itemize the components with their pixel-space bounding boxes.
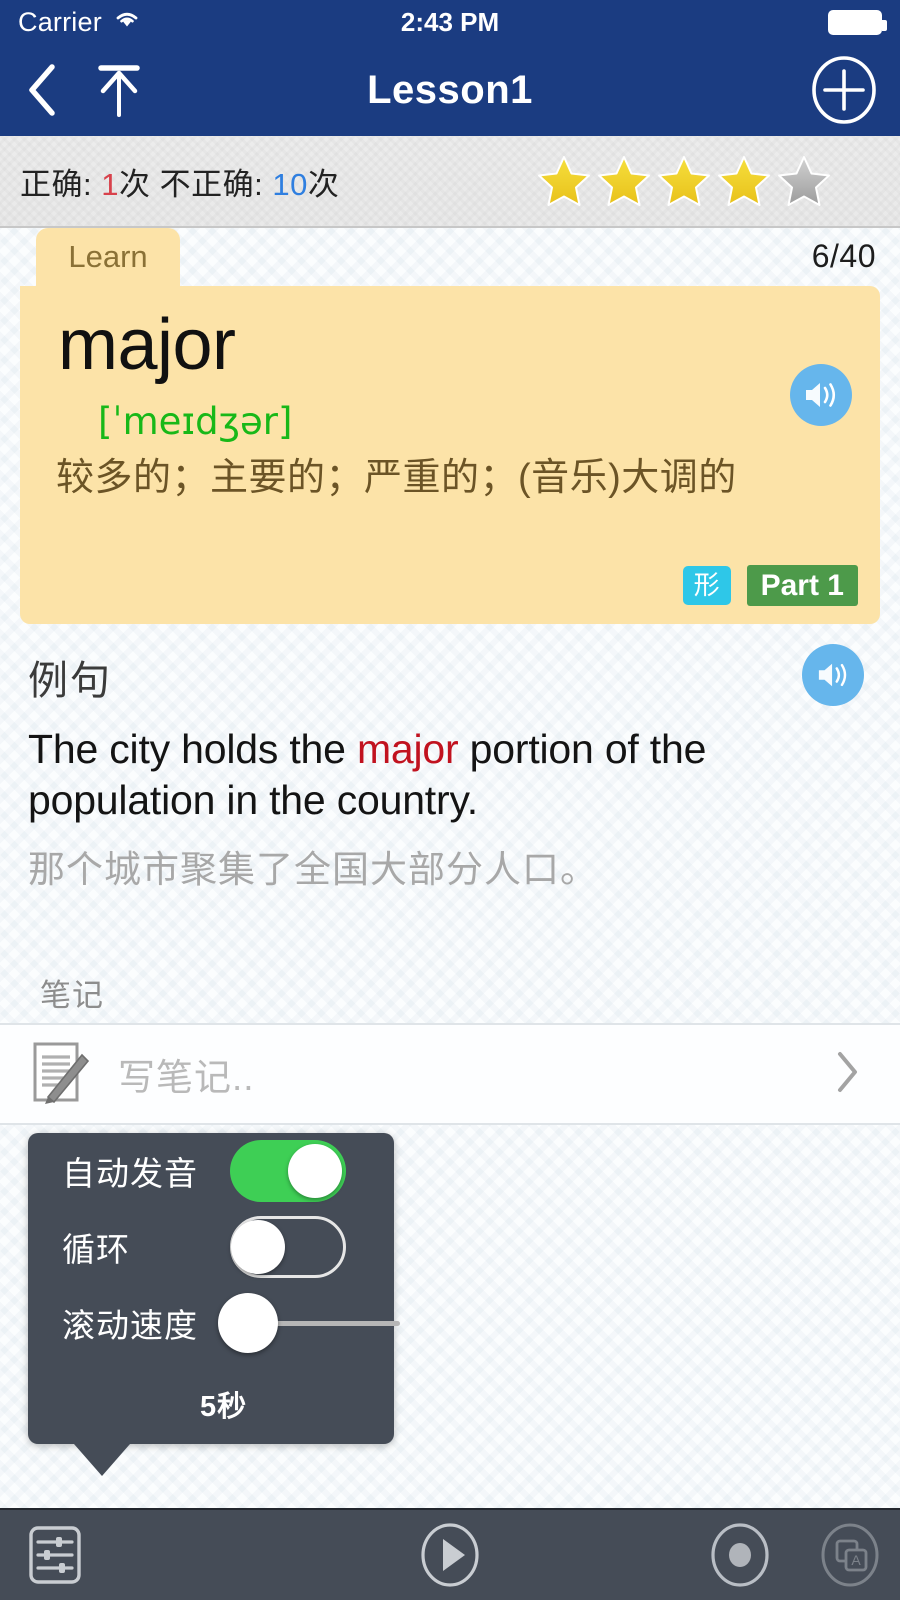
chevron-left-icon (29, 64, 55, 116)
arrow-up-to-line-icon (98, 65, 140, 117)
note-pencil-icon (26, 1037, 92, 1112)
star-filled-icon[interactable] (596, 154, 652, 208)
wifi-icon (112, 7, 142, 38)
learn-tab[interactable]: Learn (36, 228, 180, 286)
toolbar-translate-button[interactable]: A (818, 1520, 882, 1590)
speaker-icon (806, 383, 836, 407)
nav-bar-right (810, 56, 878, 124)
scroll-speed-label: 滚动速度 (62, 1307, 198, 1344)
setting-row-scroll-speed: 滚动速度 (28, 1285, 400, 1361)
star-filled-icon[interactable] (536, 154, 592, 208)
plus-circle-icon (812, 56, 876, 124)
example-sentence: The city holds the major portion of the … (28, 724, 872, 827)
correct-unit: 次 (118, 166, 160, 202)
phonetic-text: [ˈmeɪdʒər] (98, 399, 293, 443)
toggle-knob (288, 1144, 342, 1198)
loop-toggle[interactable] (230, 1216, 346, 1278)
example-speaker-button[interactable] (802, 644, 864, 706)
word-tags: 形 Part 1 (682, 564, 858, 606)
play-circle-icon (421, 1523, 479, 1587)
stats-bar: 正确: 1次 不正确: 10次 (0, 136, 900, 228)
example-label: 例句 (28, 659, 112, 703)
speaker-icon (818, 663, 847, 687)
note-placeholder[interactable]: 写笔记.. (118, 1047, 255, 1101)
correct-label: 正确: (20, 166, 102, 202)
toolbar-settings-button[interactable] (26, 1524, 84, 1586)
card-header-row: Learn 6/40 (0, 228, 900, 286)
word-speaker-button[interactable] (790, 364, 852, 426)
sentence-highlight: major (356, 726, 459, 772)
incorrect-label: 不正确: (159, 166, 273, 202)
back-button[interactable] (22, 59, 62, 121)
star-filled-icon[interactable] (716, 154, 772, 208)
example-translation: 那个城市聚集了全国大部分人口。 (28, 848, 598, 890)
toolbar-play-button[interactable] (418, 1520, 482, 1590)
add-button[interactable] (810, 56, 878, 124)
chevron-right-icon[interactable] (834, 1048, 862, 1101)
definition-text: 较多的；主要的；严重的；(音乐)大调的 (56, 456, 737, 499)
pos-tag: 形 (682, 566, 731, 605)
example-section: 例句 The city holds the major portion of t… (0, 624, 900, 893)
auto-pronounce-label: 自动发音 (62, 1155, 198, 1192)
toggle-knob (231, 1220, 285, 1274)
word-card[interactable]: major [ˈmeɪdʒər] 较多的；主要的；严重的；(音乐)大调的 形 P… (20, 286, 880, 624)
settings-popover: 自动发音 循环 滚动速度 5秒 (28, 1133, 400, 1476)
star-rating[interactable] (536, 154, 880, 208)
star-empty-icon[interactable] (776, 154, 832, 208)
incorrect-unit: 次 (307, 166, 340, 202)
scroll-speed-value: 5秒 (200, 1391, 248, 1423)
setting-row-auto-pronounce: 自动发音 (28, 1133, 394, 1209)
status-bar: Carrier 2:43 PM (0, 0, 900, 44)
part-tag: Part 1 (746, 564, 858, 606)
notes-section-label: 笔记 (40, 978, 104, 1013)
word-text: major (58, 305, 236, 385)
star-filled-icon[interactable] (656, 154, 712, 208)
setting-row-loop: 循环 (28, 1209, 394, 1285)
note-input-row[interactable]: 写笔记.. (0, 1023, 900, 1125)
answer-stats: 正确: 1次 不正确: 10次 (20, 159, 339, 204)
slider-knob[interactable] (218, 1293, 278, 1353)
incorrect-count: 10 (272, 166, 308, 202)
sentence-before: The city holds the (28, 726, 357, 772)
sliders-icon (29, 1526, 81, 1584)
loop-label: 循环 (62, 1231, 130, 1268)
app-root: Carrier 2:43 PM Lesson1 正确: 1次 不正确: 10次 … (0, 0, 900, 1600)
status-bar-right (828, 9, 887, 35)
nav-bar: Lesson1 (0, 44, 900, 136)
carrier-label: Carrier (18, 6, 102, 37)
toolbar-record-button[interactable] (708, 1520, 772, 1590)
battery-full-icon (828, 9, 887, 35)
scroll-speed-slider[interactable] (218, 1292, 400, 1354)
bottom-toolbar: A (0, 1508, 900, 1600)
correct-count: 1 (101, 166, 119, 202)
record-circle-icon (711, 1523, 769, 1587)
status-bar-left: Carrier (18, 7, 142, 38)
jump-to-top-button[interactable] (88, 57, 150, 123)
word-counter: 6/40 (811, 238, 876, 274)
nav-bar-left (22, 57, 150, 123)
translate-card-icon: A (821, 1523, 879, 1587)
svg-text:A: A (851, 1552, 861, 1568)
auto-pronounce-toggle[interactable] (230, 1140, 346, 1202)
